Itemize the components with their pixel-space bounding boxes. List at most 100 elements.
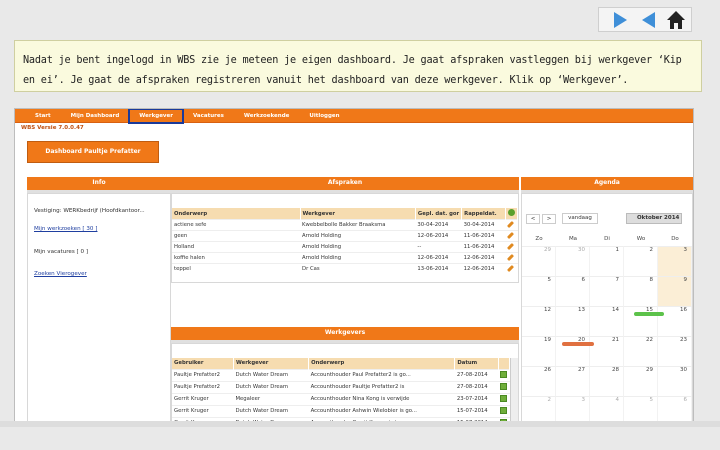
afspraak-row[interactable]: geen Arnold Holding 12-06-2014 11-06-2014 — [172, 230, 518, 242]
calendar-day[interactable]: 20 — [556, 336, 590, 366]
next-month-button[interactable]: > — [542, 214, 556, 224]
calendar-day[interactable]: 3 — [658, 246, 692, 276]
zoeken-link[interactable]: Zoeken Vierogever — [34, 271, 87, 277]
calendar-day[interactable]: 2 — [624, 246, 658, 276]
calendar-day[interactable]: 27 — [556, 366, 590, 396]
slide: Nadat je bent ingelogd in WBS zie je met… — [0, 0, 720, 450]
afspraak-row[interactable]: teppel Dr Cas 13-06-2014 12-06-2014 — [172, 263, 518, 275]
afspraak-cell: 30-04-2014 — [461, 219, 506, 231]
open-item-icon[interactable] — [500, 370, 508, 378]
month-select[interactable]: Oktober 2014 — [626, 213, 682, 224]
menu-uitloggen[interactable]: Uitloggen — [299, 109, 349, 123]
edit-pencil-icon[interactable] — [507, 220, 515, 229]
col-werkgever2: Werkgever — [233, 358, 310, 369]
werkzoekenden-link[interactable]: Mijn werkzoeken [ 30 ] — [34, 226, 97, 232]
afspraak-cell: 12-06-2014 — [415, 230, 462, 242]
afspraak-cell: Dr Cas — [300, 263, 416, 275]
afspraak-cell: koffie halen — [172, 252, 301, 264]
calendar-event[interactable] — [634, 312, 664, 316]
calendar-day[interactable]: 8 — [624, 276, 658, 306]
calendar-day[interactable]: 3 — [556, 396, 590, 423]
calendar-day[interactable]: 13 — [556, 306, 590, 336]
calendar-day[interactable]: 5 — [522, 276, 556, 306]
calendar-day[interactable]: 12 — [522, 306, 556, 336]
agenda-panel: < > vandaag Oktober 2014 Zo Ma Di Wo Do 29 30 1… — [521, 193, 693, 423]
col-datum: Datum — [454, 358, 499, 369]
calendar-day[interactable]: 30 — [556, 246, 590, 276]
menu-werkzoekende[interactable]: Werkzoekende — [234, 109, 300, 123]
app-menubar: Start Mijn Dashboard Werkgever Vacatures… — [15, 109, 693, 124]
afspraken-panel: Onderwerp Werkgever Gepl. dat. gor Rappe… — [171, 193, 519, 283]
calendar-day[interactable]: 29 — [522, 246, 556, 276]
today-button[interactable]: vandaag — [562, 213, 598, 224]
home-icon — [667, 10, 685, 29]
edit-pencil-icon[interactable] — [507, 253, 515, 262]
afspraak-cell: Arnold Holding — [300, 252, 416, 264]
werkgevers-scrollbar[interactable] — [510, 358, 518, 423]
afspraken-header: Afspraken — [171, 177, 519, 193]
calendar-day[interactable]: 6 — [556, 276, 590, 306]
afspraak-row[interactable]: Holland Arnold Holding -- 11-06-2014 — [172, 241, 518, 253]
werkgever-row[interactable]: Gerrit KrugerDutch Water DreamAccounthou… — [172, 404, 510, 417]
open-item-icon[interactable] — [500, 406, 508, 414]
calendar-day[interactable]: 2 — [522, 396, 556, 423]
home-button[interactable] — [667, 10, 685, 29]
werkgever-cell: 15-07-2014 — [454, 404, 499, 417]
calendar-day[interactable]: 22 — [624, 336, 658, 366]
play-next-icon — [613, 11, 627, 28]
calendar-event[interactable] — [562, 342, 594, 346]
werkgever-cell: Gerrit Kruger — [172, 404, 234, 417]
calendar-day[interactable]: 19 — [522, 336, 556, 366]
vacatures-text: Mijn vacatures [ 0 ] — [34, 249, 89, 255]
calendar-day[interactable]: 5 — [624, 396, 658, 423]
menu-werkgever[interactable]: Werkgever — [128, 109, 184, 124]
calendar-day[interactable]: 30 — [658, 366, 692, 396]
dashboard-button[interactable]: Dashboard Paultje Prefatter — [27, 141, 159, 163]
werkgever-cell: Accounthouder Nina Kong is verwijde — [308, 392, 455, 405]
previous-slide-button[interactable] — [639, 11, 657, 29]
afspraak-row[interactable]: koffie halen Arnold Holding 12-06-2014 12-0… — [172, 252, 518, 264]
calendar-day[interactable]: 1 — [590, 246, 624, 276]
afspraak-cell: 12-06-2014 — [415, 252, 462, 264]
agenda-header: Agenda — [521, 177, 693, 193]
bottom-scrollbar[interactable] — [0, 421, 720, 427]
menu-mijn-dashboard[interactable]: Mijn Dashboard — [61, 109, 130, 123]
calendar-day[interactable]: 6 — [658, 396, 692, 423]
calendar-day[interactable]: 15 — [624, 306, 658, 336]
add-icon[interactable] — [507, 209, 515, 216]
open-item-icon[interactable] — [500, 394, 508, 402]
calendar-day[interactable]: 7 — [590, 276, 624, 306]
werkgevers-header: Werkgevers — [171, 327, 519, 343]
calendar-day[interactable]: 16 — [658, 306, 692, 336]
werkgever-cell: Paultje Prefatter2 — [172, 380, 234, 393]
werkgever-row[interactable]: Paultje Prefatter2 Dutch Water Dream Accou… — [172, 368, 510, 381]
edit-pencil-icon[interactable] — [507, 265, 515, 273]
afspraak-cell: Holland — [172, 241, 301, 253]
prev-month-button[interactable]: < — [526, 214, 540, 224]
edit-pencil-icon[interactable] — [507, 242, 515, 251]
col-rappel: Rappeldat. — [461, 208, 506, 220]
col-gebruiker: Gebruiker — [172, 358, 234, 369]
calendar-day[interactable]: 23 — [658, 336, 692, 366]
werkgever-cell: Megaleer — [233, 392, 309, 405]
calendar-day[interactable]: 4 — [590, 396, 624, 423]
afspraak-cell: Arnold Holding — [300, 230, 416, 242]
col-werkgever: Werkgever — [300, 208, 416, 220]
weekday-label: Wo — [636, 236, 646, 242]
calendar-day[interactable]: 9 — [658, 276, 692, 306]
next-slide-button[interactable] — [611, 11, 629, 29]
afspraak-row[interactable]: actiene sefe Kwebbelbolle Bakker Braaksma… — [172, 219, 518, 231]
werkgever-row[interactable]: Gerrit Kruger Megaleer Accounthouder Nina … — [172, 392, 510, 405]
calendar-day[interactable]: 29 — [624, 366, 658, 396]
menu-start[interactable]: Start — [25, 109, 61, 123]
edit-pencil-icon[interactable] — [507, 231, 515, 240]
calendar-day[interactable]: 26 — [522, 366, 556, 396]
open-item-icon[interactable] — [500, 382, 508, 390]
werkgever-row[interactable]: Paultje Prefatter2 Dutch Water Dream Accou… — [172, 380, 510, 393]
afspraak-cell: 13-06-2014 — [415, 263, 462, 275]
calendar-day[interactable]: 21 — [590, 336, 624, 366]
calendar-day[interactable]: 14 — [590, 306, 624, 336]
menu-vacatures[interactable]: Vacatures — [183, 109, 234, 123]
calendar-day[interactable]: 28 — [590, 366, 624, 396]
afspraak-cell: 11-06-2014 — [461, 241, 506, 253]
